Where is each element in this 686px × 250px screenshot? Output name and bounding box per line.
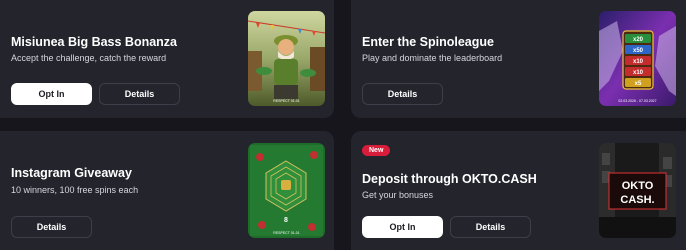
promo-subtitle: 10 winners, 100 free spins each bbox=[11, 185, 139, 195]
promo-subtitle: Accept the challenge, catch the reward bbox=[11, 53, 167, 63]
opt-in-button[interactable]: Opt In bbox=[362, 216, 443, 238]
promo-subtitle: Get your bonuses bbox=[362, 190, 434, 200]
promo-card-okto-cash: New Deposit through OKTO.CASH Get your b… bbox=[351, 131, 686, 250]
multiplier-label: x50 bbox=[633, 48, 644, 54]
promo-title: Deposit through OKTO.CASH bbox=[362, 172, 537, 186]
promo-card-instagram: Instagram Giveaway 10 winners, 100 free … bbox=[0, 131, 334, 250]
thumbnail-caption: 02.03.2026 - 07.03.2027 bbox=[618, 99, 657, 103]
okto-cash-illustration: OKTO CASH. bbox=[599, 143, 676, 238]
fisherman-illustration bbox=[248, 11, 325, 106]
promo-title: Enter the Spinoleague bbox=[362, 35, 494, 49]
maze-illustration: 8 bbox=[248, 143, 325, 238]
promo-thumbnail[interactable]: 8 RESPECT 01-01 bbox=[248, 143, 325, 238]
maze-number: 8 bbox=[284, 217, 288, 224]
opt-in-button[interactable]: Opt In bbox=[11, 83, 92, 105]
multiplier-slot-illustration: x20 x50 x10 x10 x5 bbox=[599, 11, 676, 106]
multiplier-label: x5 bbox=[635, 81, 642, 87]
multiplier-label: x10 bbox=[633, 70, 644, 76]
details-button[interactable]: Details bbox=[11, 216, 92, 238]
promo-subtitle: Play and dominate the leaderboard bbox=[362, 53, 503, 63]
okto-sign-line2: CASH. bbox=[620, 194, 654, 206]
promo-thumbnail[interactable]: OKTO CASH. bbox=[599, 143, 676, 238]
details-button[interactable]: Details bbox=[99, 83, 180, 105]
promo-card-big-bass: Misiunea Big Bass Bonanza Accept the cha… bbox=[0, 0, 334, 118]
okto-sign-line1: OKTO bbox=[622, 180, 654, 192]
multiplier-label: x10 bbox=[633, 59, 644, 65]
details-button[interactable]: Details bbox=[450, 216, 531, 238]
multiplier-label: x20 bbox=[633, 37, 644, 43]
promo-card-spinoleague: Enter the Spinoleague Play and dominate … bbox=[351, 0, 686, 118]
promo-title: Misiunea Big Bass Bonanza bbox=[11, 35, 178, 49]
promo-thumbnail[interactable]: RESPECT 01-01 bbox=[248, 11, 325, 106]
details-button[interactable]: Details bbox=[362, 83, 443, 105]
new-badge: New bbox=[362, 145, 391, 156]
promo-title: Instagram Giveaway bbox=[11, 166, 132, 180]
promo-thumbnail[interactable]: x20 x50 x10 x10 x5 02.03.2026 - 07.03.20… bbox=[599, 11, 676, 106]
thumbnail-footer: RESPECT 01-01 bbox=[273, 231, 300, 235]
thumbnail-caption: RESPECT 01-01 bbox=[273, 99, 300, 103]
